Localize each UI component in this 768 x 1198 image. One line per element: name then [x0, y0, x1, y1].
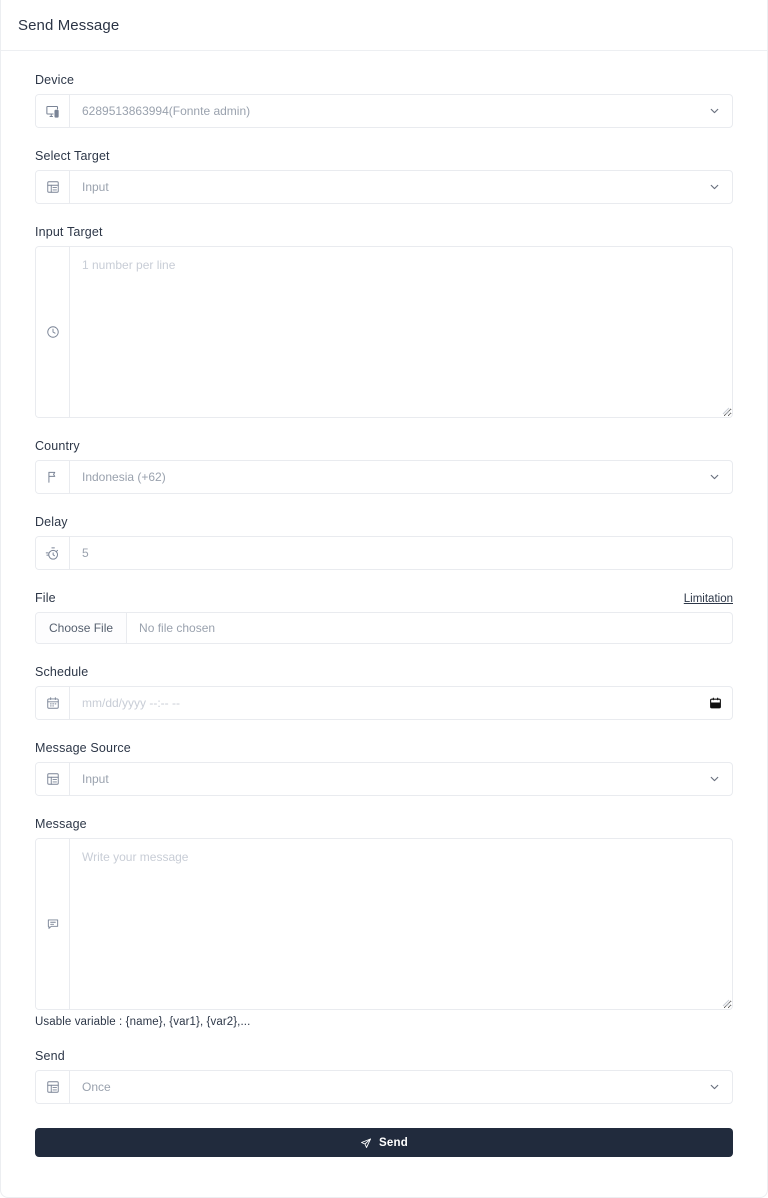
message-label: Message: [35, 817, 87, 831]
schedule-datetime-input[interactable]: [70, 687, 732, 719]
send-mode-value[interactable]: [70, 1071, 732, 1103]
choose-file-button[interactable]: Choose File: [36, 613, 128, 643]
delay-input-group[interactable]: [35, 536, 733, 570]
schedule-input-group[interactable]: [35, 686, 733, 720]
file-status-text: No file chosen: [139, 621, 216, 635]
send-mode-label: Send: [35, 1049, 65, 1063]
field-file: File Limitation Choose File No file chos…: [35, 591, 733, 644]
field-message-source: Message Source: [35, 741, 733, 796]
stopwatch-icon: [36, 537, 70, 569]
field-message: Message Usable variable : {name}, {var1}…: [35, 817, 733, 1028]
field-input-target: Input Target: [35, 225, 733, 418]
file-label: File: [35, 591, 56, 605]
country-select-group[interactable]: [35, 460, 733, 494]
device-select-value[interactable]: [70, 95, 732, 127]
send-mode-wrap[interactable]: [70, 1071, 732, 1103]
limitation-link[interactable]: Limitation: [684, 593, 733, 605]
file-input-group[interactable]: Choose File No file chosen: [35, 612, 733, 644]
select-target-wrap[interactable]: [70, 171, 732, 203]
list-table-icon: [36, 763, 70, 795]
input-target-label: Input Target: [35, 225, 103, 239]
field-delay: Delay: [35, 515, 733, 570]
message-textarea[interactable]: [70, 839, 732, 1009]
message-source-group[interactable]: [35, 762, 733, 796]
list-table-icon: [36, 171, 70, 203]
flag-icon: [36, 461, 70, 493]
country-select-wrap[interactable]: [70, 461, 732, 493]
device-mobile-desktop-icon: [36, 95, 70, 127]
page-root: Send Message Device 6289513863994(Fonnte…: [0, 0, 768, 1198]
field-select-target: Select Target: [35, 149, 733, 204]
card-body: Device 6289513863994(Fonnte admin) Selec…: [1, 51, 767, 1197]
list-table-icon: [36, 1071, 70, 1103]
file-label-row: File Limitation: [35, 591, 733, 612]
field-country: Country: [35, 439, 733, 494]
select-target-group[interactable]: [35, 170, 733, 204]
chat-bubble-icon: [36, 839, 70, 1009]
device-select-wrap[interactable]: [70, 95, 732, 127]
delay-input[interactable]: [70, 537, 732, 569]
country-select-value[interactable]: [70, 461, 732, 493]
select-target-value[interactable]: [70, 171, 732, 203]
select-target-label: Select Target: [35, 149, 110, 163]
send-button-label: Send: [379, 1136, 408, 1149]
delay-label: Delay: [35, 515, 68, 529]
schedule-label: Schedule: [35, 665, 89, 679]
device-select-group[interactable]: [35, 94, 733, 128]
field-device: Device: [35, 73, 733, 128]
input-target-group[interactable]: [35, 246, 733, 418]
card-header: Send Message: [1, 0, 767, 51]
field-send-mode: Send: [35, 1049, 733, 1104]
input-target-textarea[interactable]: [70, 247, 732, 417]
field-schedule: Schedule: [35, 665, 733, 720]
schedule-input-wrap[interactable]: [70, 687, 732, 719]
country-label: Country: [35, 439, 80, 453]
paper-plane-icon: [360, 1137, 372, 1149]
send-message-card: Send Message Device 6289513863994(Fonnte…: [0, 0, 768, 1198]
device-label: Device: [35, 73, 75, 87]
message-source-wrap[interactable]: [70, 763, 732, 795]
message-source-label: Message Source: [35, 741, 131, 755]
message-source-value[interactable]: [70, 763, 732, 795]
send-mode-group[interactable]: [35, 1070, 733, 1104]
calendar-icon: [36, 687, 70, 719]
message-helper-text: Usable variable : {name}, {var1}, {var2}…: [35, 1016, 251, 1028]
message-group[interactable]: [35, 838, 733, 1010]
clock-icon: [36, 247, 70, 417]
page-title: Send Message: [18, 16, 120, 34]
